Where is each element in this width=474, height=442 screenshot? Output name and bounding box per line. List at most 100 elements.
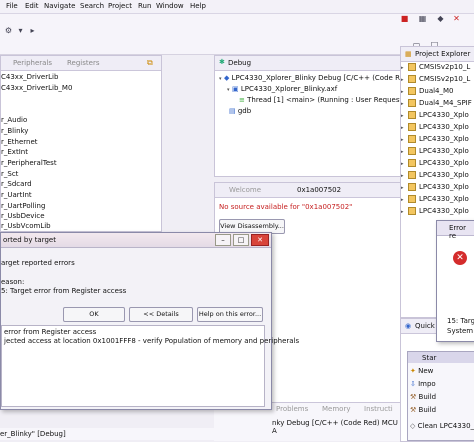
save-icon[interactable]: ▾ — [16, 26, 25, 35]
list-item[interactable]: ▸ LPC4330_Xplo — [401, 135, 469, 147]
error-dialog-secondary: Error re ✕ 15: Targ System e — [436, 220, 474, 342]
peripherals-panel: Peripherals Registers ⧉ C43xx_DriverLib … — [0, 55, 162, 232]
list-item[interactable]: ▸ Dual4_M0 — [401, 87, 454, 99]
list-item[interactable]: r_ExtInt — [1, 148, 28, 156]
menu-window[interactable]: Window — [156, 2, 184, 10]
menu-file[interactable]: File — [6, 2, 18, 10]
process-icon: ▣ — [232, 85, 239, 93]
list-item[interactable]: C43xx_DriverLib_M0 — [1, 84, 72, 92]
folder-icon — [408, 159, 416, 167]
list-item[interactable]: ▸ LPC4330_Xplo — [401, 171, 469, 183]
menu-search[interactable]: Search — [80, 2, 104, 10]
list-item[interactable]: r_UartInt — [1, 191, 32, 199]
clean-icon: ◇ — [410, 422, 416, 430]
tab-peripherals[interactable]: Peripherals — [13, 59, 52, 67]
list-item[interactable]: ▸ Dual4_M4_SPIF — [401, 99, 472, 111]
tab-quickstart[interactable]: Quick — [415, 322, 435, 330]
list-item[interactable]: ▸ LPC4330_Xplo — [401, 159, 469, 171]
close-icon[interactable]: ✕ — [452, 14, 461, 23]
help-button[interactable]: Help on this error... — [197, 307, 263, 322]
project-explorer-tab-bar: ▦ Project Explorer — [401, 47, 474, 62]
tab-registers[interactable]: Registers — [67, 59, 99, 67]
quickstart-build[interactable]: ⚒ Build — [410, 393, 436, 401]
debug-icon: ✱ — [219, 58, 225, 66]
no-source-message: No source available for "0x1a007502" — [219, 203, 353, 211]
debug-thread-item[interactable]: ≡ Thread [1] <main> (Running : User Requ… — [239, 96, 405, 104]
menu-edit[interactable]: Edit — [25, 2, 39, 10]
debug-panel: ✱ Debug ▾ ◆ LPC4330_Xplorer_Blinky Debug … — [214, 55, 414, 177]
tab-problems[interactable]: Problems — [276, 405, 308, 413]
folder-icon — [408, 183, 416, 191]
debug-axf-item[interactable]: ▾ ▣ LPC4330_Xplorer_Blinky.axf — [227, 85, 337, 93]
list-item[interactable]: r_UsbDevice — [1, 212, 45, 220]
tab-address[interactable]: 0x1a007502 — [297, 186, 341, 194]
build-icon: ⚒ — [410, 393, 417, 401]
details-text-area[interactable]: error from Register access jected access… — [1, 325, 299, 407]
list-item[interactable]: r_UsbVcomLib — [1, 222, 51, 230]
tab-welcome[interactable]: Welcome — [229, 186, 261, 194]
problem-message-1: arget reported errors — [1, 259, 75, 267]
tab-project-explorer[interactable]: Project Explorer — [415, 50, 470, 58]
list-item[interactable]: ▸ LPC4330_Xplo — [401, 207, 469, 219]
quickstart-new[interactable]: ✦ New — [410, 367, 433, 375]
debug-tab-bar: ✱ Debug — [215, 56, 401, 71]
list-item[interactable]: r_UartPolling — [1, 202, 45, 210]
details-button[interactable]: << Details — [129, 307, 193, 322]
list-item[interactable]: C43xx_DriverLib — [1, 73, 58, 81]
list-item[interactable]: r_Blinky — [1, 127, 28, 135]
error-dialog-line2: System e — [447, 327, 474, 335]
error-dialog-line1: 15: Targ — [447, 317, 474, 325]
list-item[interactable]: r_Sct — [1, 170, 18, 178]
quickstart-build-all[interactable]: ⚒ Build — [410, 406, 436, 414]
menu-run[interactable]: Run — [138, 2, 151, 10]
settings-icon[interactable]: ⚙ — [4, 26, 13, 35]
menu-navigate[interactable]: Navigate — [44, 2, 75, 10]
list-item[interactable]: ▸ LPC4330_Xplo — [401, 111, 469, 123]
editor-tab-bar: Welcome 0x1a007502 — [215, 183, 401, 198]
list-item[interactable]: ▸ LPC4330_Xplo — [401, 183, 469, 195]
folder-icon — [408, 87, 416, 95]
menu-project[interactable]: Project — [108, 2, 132, 10]
ok-button[interactable]: OK — [63, 307, 125, 322]
gdb-icon: ▤ — [229, 107, 236, 115]
folder-icon — [408, 195, 416, 203]
tab-debug[interactable]: Debug — [228, 59, 251, 67]
menu-help[interactable]: Help — [190, 2, 206, 10]
problem-reason-label: eason: — [1, 278, 25, 286]
list-item[interactable]: r_Audio — [1, 116, 27, 124]
list-item[interactable]: r_PeripheralTest — [1, 159, 57, 167]
details-line-1: error from Register access — [4, 328, 97, 336]
minimize-icon[interactable]: – — [215, 234, 231, 246]
folder-icon — [408, 111, 416, 119]
problem-dialog-titlebar: orted by target – □ ✕ — [1, 233, 271, 248]
close-icon[interactable]: ✕ — [251, 234, 269, 246]
problem-reason-text: 5: Target error from Register access — [1, 287, 127, 295]
stop-icon[interactable]: ■ — [400, 14, 409, 23]
folder-icon — [408, 171, 416, 179]
new-project-icon: ✦ — [410, 367, 416, 375]
problem-dialog-title: orted by target — [3, 236, 56, 244]
list-item[interactable]: r_Ethernet — [1, 138, 38, 146]
perspective-icon[interactable]: ▦ — [418, 14, 427, 23]
error-icon: ✕ — [453, 251, 467, 265]
link-icon[interactable]: ⧉ — [147, 58, 153, 68]
debug-gdb-item[interactable]: ▤ gdb — [229, 107, 251, 115]
maximize-icon[interactable]: □ — [233, 234, 249, 246]
list-item[interactable]: ▸ LPC4330_Xplo — [401, 147, 469, 159]
run-icon[interactable]: ▸ — [28, 26, 37, 35]
problem-dialog: orted by target – □ ✕ arget reported err… — [0, 232, 299, 410]
list-item[interactable]: ▸ LPC4330_Xplo — [401, 195, 469, 207]
folder-icon — [408, 147, 416, 155]
debug-perspective-icon[interactable]: ◆ — [436, 14, 445, 23]
tab-instructions[interactable]: Instructi — [364, 405, 393, 413]
debug-launch-item[interactable]: ▾ ◆ LPC4330_Xplorer_Blinky Debug [C/C++ (… — [219, 74, 414, 82]
import-icon: ⇩ — [410, 380, 416, 388]
quickstart-clean[interactable]: ◇ Clean LPC4330_Xp — [410, 422, 474, 430]
list-item[interactable]: r_Sdcard — [1, 180, 32, 188]
list-item[interactable]: ▸ CMSISv2p10_L — [401, 63, 470, 75]
tab-memory[interactable]: Memory — [322, 405, 350, 413]
list-item[interactable]: ▸ CMSISv2p10_L — [401, 75, 470, 87]
folder-icon — [408, 99, 416, 107]
list-item[interactable]: ▸ LPC4330_Xplo — [401, 123, 469, 135]
quickstart-import[interactable]: ⇩ Impo — [410, 380, 436, 388]
